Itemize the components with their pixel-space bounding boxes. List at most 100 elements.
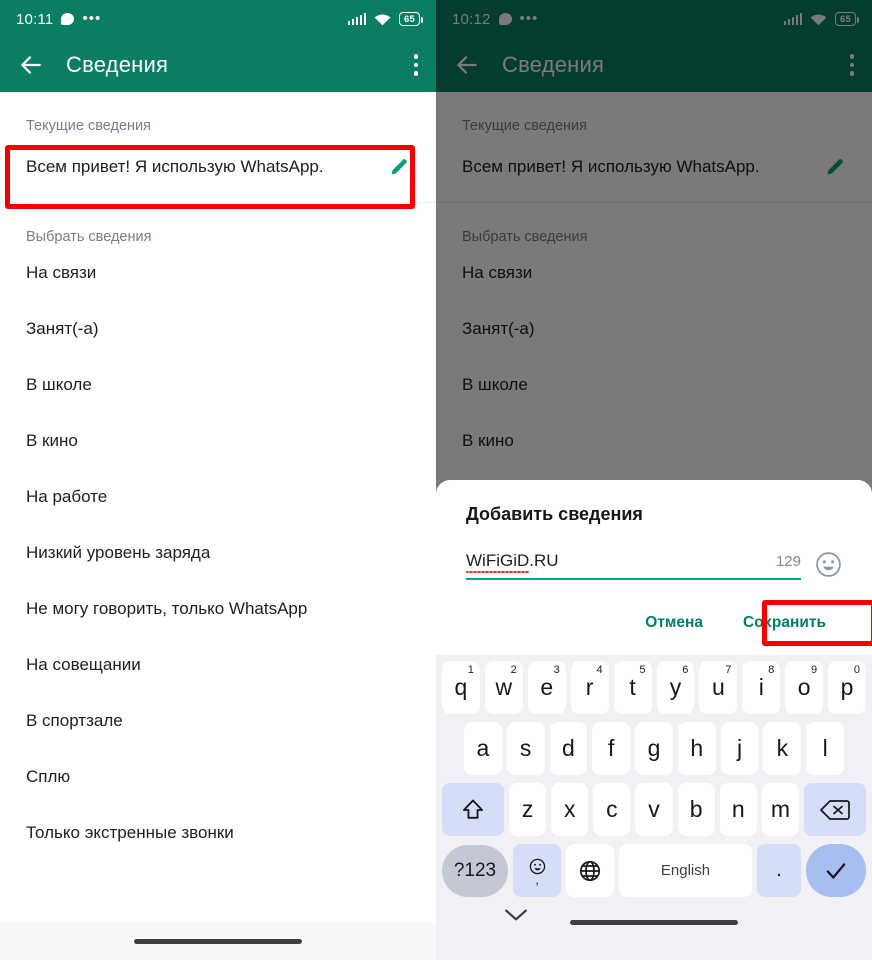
key-d[interactable]: d: [549, 722, 588, 775]
language-globe-icon[interactable]: [566, 844, 614, 897]
list-item[interactable]: Сплю: [0, 749, 436, 805]
key-number: 4: [596, 664, 603, 676]
current-status-value: Всем привет! Я использую WhatsApp.: [26, 157, 324, 176]
key-number: 7: [725, 664, 732, 676]
key-label: u: [711, 674, 725, 700]
keyboard-row-2: a s d f g h j k l: [439, 722, 869, 775]
list-item[interactable]: Низкий уровень заряда: [0, 525, 436, 581]
battery-level: 65: [404, 13, 415, 25]
list-item[interactable]: В кино: [0, 413, 436, 469]
key-g[interactable]: g: [635, 722, 673, 775]
dialog-actions: Отмена Сохранить: [466, 604, 842, 656]
overflow-menu-icon[interactable]: [413, 54, 418, 76]
key-label: o: [797, 674, 811, 700]
chat-bubble-icon: [61, 13, 75, 25]
status-input-field[interactable]: WiFiGiD.RU 129: [466, 551, 801, 580]
shift-up-icon[interactable]: [442, 783, 504, 836]
key-label: w: [495, 674, 513, 700]
wifi-icon: [374, 13, 391, 25]
list-item[interactable]: В спортзале: [0, 693, 436, 749]
list-item[interactable]: На связи: [0, 245, 436, 301]
key-label: e: [540, 674, 554, 700]
cancel-button[interactable]: Отмена: [629, 604, 719, 642]
period-key[interactable]: .: [757, 844, 801, 897]
key-label: q: [454, 674, 468, 700]
key-w[interactable]: w2: [484, 661, 523, 714]
key-number: 0: [853, 664, 861, 676]
emoji-comma-icon[interactable]: ,: [513, 844, 561, 897]
key-x[interactable]: x: [551, 783, 589, 836]
symbols-key[interactable]: ?123: [442, 844, 508, 897]
keyboard-row-1: q1 w2 e3 r4 t5 y6 u7 i8 o9 p0: [439, 661, 869, 714]
key-p[interactable]: p0: [828, 661, 867, 714]
keyboard-bottom-bar: [439, 905, 869, 939]
list-item[interactable]: На совещании: [0, 637, 436, 693]
key-u[interactable]: u7: [699, 661, 738, 714]
key-z[interactable]: z: [509, 783, 547, 836]
app-bar: Сведения: [0, 38, 436, 92]
choose-status-label: Выбрать сведения: [26, 229, 152, 245]
current-status-label: Текущие сведения: [26, 118, 152, 134]
key-j[interactable]: j: [720, 722, 759, 775]
key-label: i: [758, 674, 764, 700]
nav-bar: [0, 922, 436, 960]
left-top-chrome: 10:11 ••• 65 Сведения: [0, 0, 436, 92]
left-content: Текущие сведения Всем привет! Я использу…: [0, 92, 436, 861]
left-phone-screen: 10:11 ••• 65 Сведения Текущие сведения В…: [0, 0, 436, 960]
keyboard-row-3: z x c v b n m: [439, 783, 869, 836]
pencil-icon[interactable]: [388, 156, 410, 178]
add-status-dialog: Добавить сведения WiFiGiD.RU 129 Отмена …: [436, 480, 872, 656]
checkmark-icon[interactable]: [806, 844, 866, 897]
more-dots-icon: •••: [82, 10, 102, 27]
key-number: 9: [811, 664, 818, 676]
back-arrow-icon[interactable]: [18, 52, 44, 78]
chevron-down-icon[interactable]: [503, 907, 529, 923]
emoji-smiley-icon[interactable]: [815, 551, 842, 578]
backspace-icon[interactable]: [803, 783, 866, 836]
battery-icon: 65: [399, 12, 423, 26]
list-item[interactable]: В школе: [0, 357, 436, 413]
save-button[interactable]: Сохранить: [727, 604, 842, 642]
key-o[interactable]: o9: [785, 661, 824, 714]
keyboard-row-4: ?123 , English .: [439, 844, 869, 897]
home-indicator[interactable]: [570, 919, 738, 925]
home-indicator[interactable]: [134, 938, 302, 944]
key-l[interactable]: l: [806, 722, 845, 775]
key-label: r: [585, 674, 594, 700]
signal-icon: [347, 13, 367, 25]
list-item[interactable]: Занят(-а): [0, 301, 436, 357]
character-counter: 129: [775, 553, 801, 570]
status-input-row: WiFiGiD.RU 129: [466, 551, 842, 580]
misspelled-word: WiFiGiD: [466, 551, 530, 570]
key-n[interactable]: n: [719, 783, 757, 836]
list-item[interactable]: На работе: [0, 469, 436, 525]
status-bar-left: 10:11 •••: [16, 11, 101, 28]
list-item[interactable]: Не могу говорить, только WhatsApp: [0, 581, 436, 637]
space-key[interactable]: English: [619, 844, 752, 897]
key-f[interactable]: f: [592, 722, 631, 775]
key-r[interactable]: r4: [570, 661, 609, 714]
key-m[interactable]: m: [761, 783, 799, 836]
key-h[interactable]: h: [677, 722, 716, 775]
key-a[interactable]: a: [463, 722, 502, 775]
key-b[interactable]: b: [677, 783, 715, 836]
key-label: p: [840, 674, 854, 700]
page-title: Сведения: [66, 52, 169, 77]
key-t[interactable]: t5: [613, 661, 652, 714]
list-item[interactable]: Только экстренные звонки: [0, 805, 436, 861]
key-number: 5: [639, 664, 646, 676]
key-number: 6: [682, 664, 689, 676]
status-time: 10:11: [16, 10, 54, 28]
key-s[interactable]: s: [506, 722, 545, 775]
key-c[interactable]: c: [593, 783, 631, 836]
key-e[interactable]: e3: [527, 661, 566, 714]
on-screen-keyboard: q1 w2 e3 r4 t5 y6 u7 i8 o9 p0 a s d f g …: [436, 655, 872, 960]
current-status-row[interactable]: Всем привет! Я использую WhatsApp.: [0, 134, 436, 203]
key-number: 8: [768, 664, 775, 676]
key-y[interactable]: y6: [656, 661, 695, 714]
key-q[interactable]: q1: [441, 661, 480, 714]
key-k[interactable]: k: [763, 722, 802, 775]
key-number: 3: [553, 664, 560, 676]
key-v[interactable]: v: [635, 783, 673, 836]
key-i[interactable]: i8: [742, 661, 781, 714]
